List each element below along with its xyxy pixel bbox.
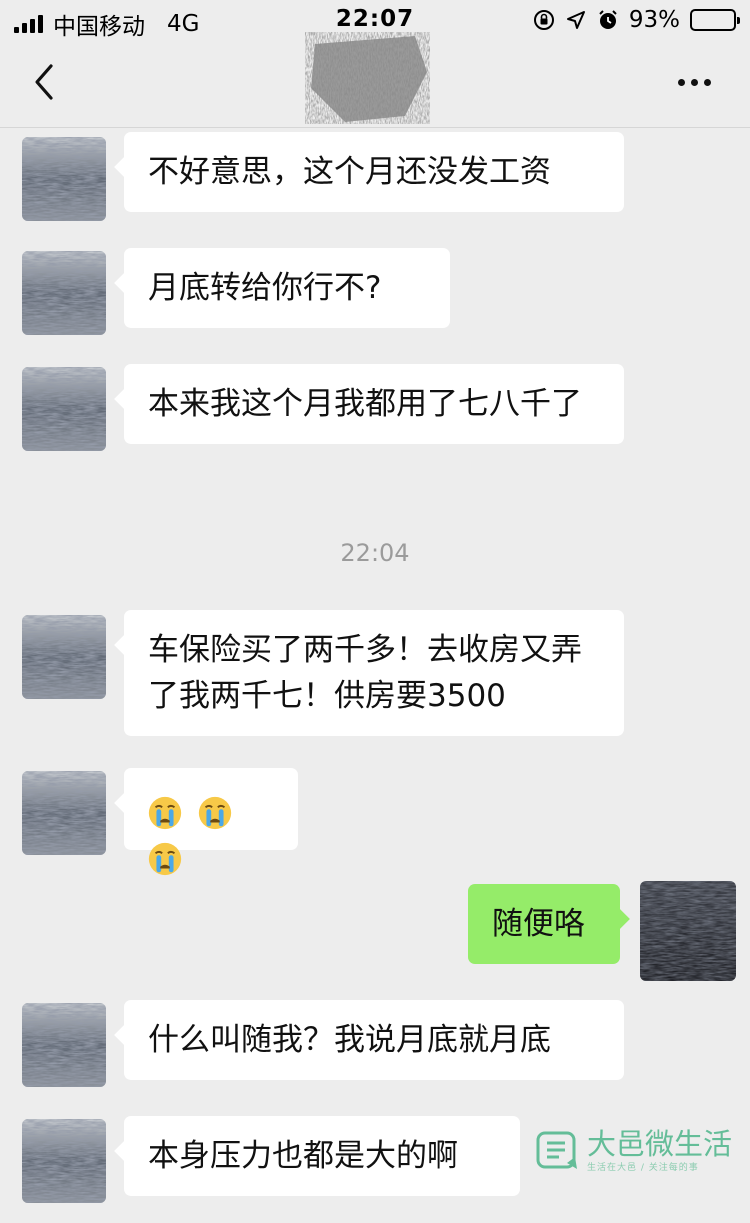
orientation-lock-icon xyxy=(533,9,555,31)
message-text: 月底转给你行不? xyxy=(148,270,382,306)
message-timestamp: 22:04 xyxy=(340,539,410,567)
contact-avatar[interactable] xyxy=(22,615,106,699)
message-bubble-incoming[interactable]: 什么叫随我？我说月底就月底 xyxy=(124,1000,624,1080)
crying-face-emoji xyxy=(198,796,232,829)
contact-avatar[interactable] xyxy=(22,1003,106,1087)
message-bubble-incoming[interactable]: 不好意思，这个月还没发工资 xyxy=(124,132,624,212)
contact-avatar[interactable] xyxy=(22,771,106,855)
chat-header xyxy=(0,32,750,128)
contact-avatar[interactable] xyxy=(22,367,106,451)
emoji-group xyxy=(146,791,236,875)
more-options-button[interactable] xyxy=(668,60,720,104)
my-avatar[interactable] xyxy=(640,881,736,981)
message-bubble-incoming[interactable]: 车保险买了两千多！去收房又弄了我两千七！供房要3500 xyxy=(124,610,624,736)
location-arrow-icon xyxy=(565,9,587,31)
message-bubble-incoming[interactable]: 月底转给你行不? xyxy=(124,248,450,328)
message-text: 什么叫随我？我说月底就月底 xyxy=(148,1022,551,1058)
watermark-logo: 大邑微生活 生活在大邑 / 关注每的事 xyxy=(535,1127,732,1173)
chevron-left-icon xyxy=(35,64,53,100)
contact-avatar[interactable] xyxy=(22,137,106,221)
message-text: 车保险买了两千多！去收房又弄了我两千七！供房要3500 xyxy=(148,632,582,714)
message-text: 本身压力也都是大的啊 xyxy=(148,1138,458,1174)
message-text: 随便咯 xyxy=(492,906,585,942)
message-bubble-incoming[interactable] xyxy=(124,768,298,875)
message-bubble-incoming[interactable]: 本身压力也都是大的啊 xyxy=(124,1116,520,1196)
contact-avatar[interactable] xyxy=(22,251,106,335)
alarm-clock-icon xyxy=(597,9,619,31)
status-right: 93% xyxy=(533,7,740,33)
contact-name-redacted xyxy=(305,32,430,124)
message-bubble-incoming[interactable]: 本来我这个月我都用了七八千了 xyxy=(124,364,624,444)
watermark-title: 大邑微生活 xyxy=(587,1126,733,1161)
battery-percent: 93% xyxy=(628,7,680,33)
message-bubble-outgoing[interactable]: 随便咯 xyxy=(468,884,620,964)
message-text: 不好意思，这个月还没发工资 xyxy=(148,154,551,190)
crying-face-emoji xyxy=(148,842,182,875)
more-dots-icon xyxy=(677,78,711,86)
contact-avatar[interactable] xyxy=(22,1119,106,1203)
chat-screen: 中国移动 4G 22:07 93% 不好意思，这个月还没发工资 月底转给你行不?… xyxy=(0,0,750,1223)
watermark-subtitle: 生活在大邑 / 关注每的事 xyxy=(587,1162,699,1173)
crying-face-emoji xyxy=(148,796,182,829)
message-list[interactable]: 不好意思，这个月还没发工资 月底转给你行不? 本来我这个月我都用了七八千了 22… xyxy=(0,129,750,1223)
battery-icon xyxy=(690,9,740,31)
watermark-book-icon xyxy=(536,1131,577,1169)
message-text: 本来我这个月我都用了七八千了 xyxy=(148,386,582,422)
watermark-text: 大邑微生活 生活在大邑 / 关注每的事 xyxy=(587,1128,732,1173)
back-button[interactable] xyxy=(22,60,66,104)
